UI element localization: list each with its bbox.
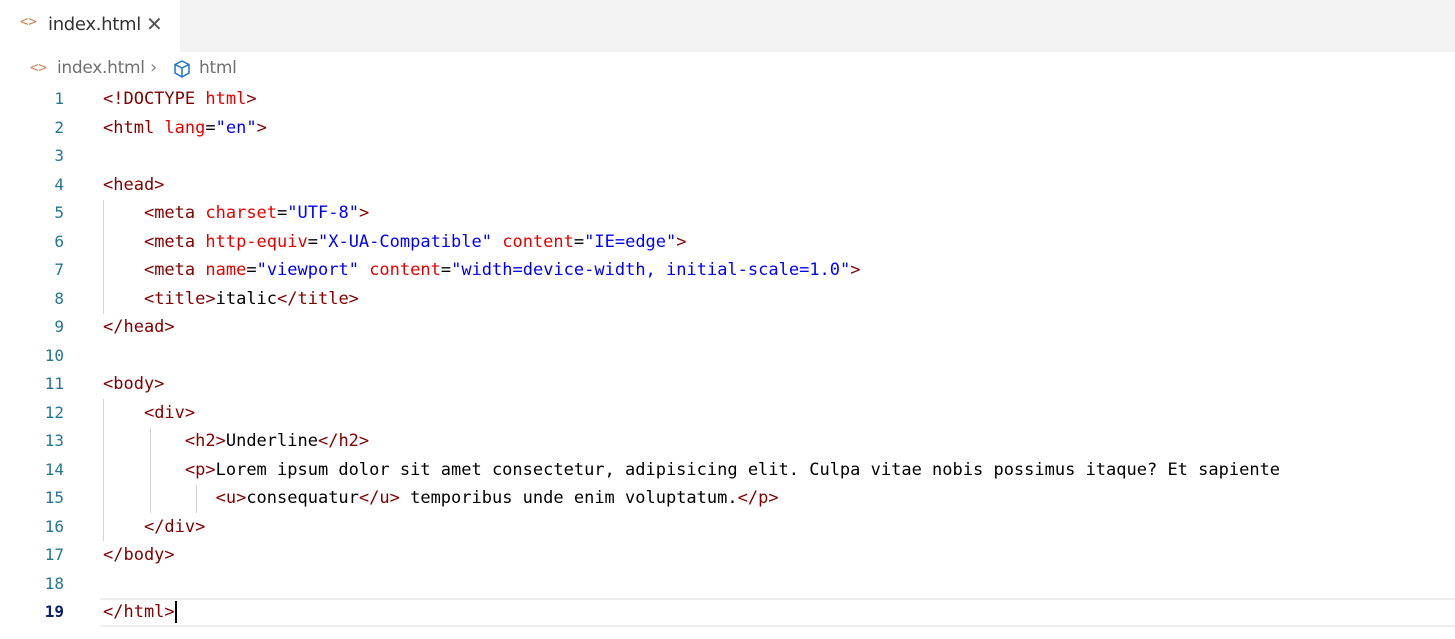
code-line[interactable]: </html> [103,598,175,627]
tab-label: index.html [48,14,141,35]
code-line[interactable]: </head> [103,313,175,342]
code-line[interactable]: <meta http-equiv="X-UA-Compatible" conte… [103,228,687,257]
cube-icon [174,60,190,78]
code-line[interactable]: <html lang="en"> [103,114,267,143]
line-number: 16 [44,516,64,536]
line-number: 14 [44,459,64,479]
code-line[interactable]: <meta charset="UTF-8"> [103,199,369,228]
line-number: 2 [54,117,64,137]
close-icon[interactable]: ✕ [146,12,163,36]
code-line[interactable]: <title>italic</title> [103,285,359,314]
line-number: 4 [54,174,64,194]
code-line[interactable]: </div> [103,513,205,542]
code-line[interactable]: <head> [103,171,164,200]
breadcrumb-file[interactable]: index.html [57,58,145,78]
line-number: 8 [54,288,64,308]
line-number: 10 [44,345,64,365]
line-number: 3 [54,146,64,165]
code-line[interactable]: <h2>Underline</h2> [103,427,369,456]
html-file-icon: <> [30,60,47,76]
line-number: 13 [44,431,64,450]
line-number: 12 [44,402,64,422]
breadcrumb-symbol[interactable]: html [199,58,237,78]
line-number: 18 [44,573,64,593]
code-editor[interactable]: 1 <!DOCTYPE html> 2 <html lang="en"> 3 4 <head… [0,86,1455,639]
code-line[interactable]: <u>consequatur</u> temporibus unde enim … [103,484,779,513]
tab-bar: <> index.html ✕ [0,0,1455,52]
line-number: 5 [54,203,64,222]
code-line[interactable]: <!DOCTYPE html> [103,85,257,114]
line-number: 17 [44,545,64,564]
code-line[interactable]: <div> [103,399,195,428]
line-number: 6 [54,231,64,251]
current-line-highlight [100,598,1455,627]
line-number: 19 [44,602,64,621]
code-line[interactable]: <meta name="viewport" content="width=dev… [103,256,861,285]
text-cursor [174,601,177,623]
html-file-icon: <> [20,14,37,30]
breadcrumb: <> index.html › html [0,52,1455,86]
line-number: 15 [44,488,64,507]
line-number: 11 [44,374,64,393]
code-line[interactable]: </body> [103,541,175,570]
line-number: 7 [54,260,64,279]
code-line[interactable]: <p>Lorem ipsum dolor sit amet consectetu… [103,456,1280,485]
line-number: 9 [54,317,64,336]
code-line[interactable]: <body> [103,370,164,399]
chevron-right-icon: › [150,57,158,78]
line-number: 1 [54,89,64,108]
tab-index-html[interactable]: <> index.html ✕ [0,0,180,52]
